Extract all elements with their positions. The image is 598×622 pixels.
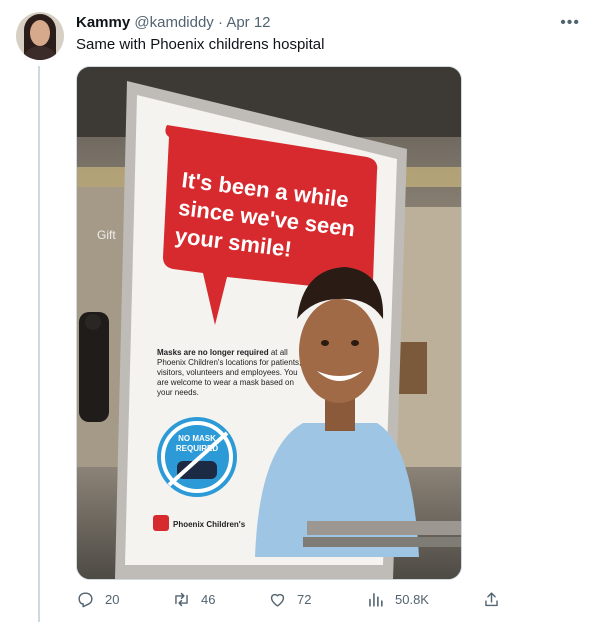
- no-mask-badge: NO MASK REQUIRED: [157, 417, 237, 497]
- share-button[interactable]: [482, 590, 511, 609]
- retweet-count: 46: [201, 592, 216, 607]
- author-name[interactable]: Kammy: [76, 14, 130, 31]
- reply-icon: [78, 592, 93, 608]
- svg-text:Phoenix Children's: Phoenix Children's: [173, 520, 246, 529]
- heart-icon: [270, 593, 285, 607]
- header-separator: ·: [217, 14, 223, 31]
- retweet-button[interactable]: 46: [172, 590, 215, 609]
- thread-line: [38, 66, 40, 622]
- svg-text:NO MASK: NO MASK: [178, 434, 216, 443]
- share-icon: [485, 592, 498, 607]
- svg-text:REQUIRED: REQUIRED: [176, 444, 218, 453]
- tweet-text: Same with Phoenix childrens hospital: [76, 36, 325, 53]
- action-bar: 20 46 72 50.8K: [76, 590, 506, 612]
- gift-shop-sign: Gift: [97, 228, 116, 242]
- tweet-date[interactable]: Apr 12: [226, 14, 270, 31]
- more-icon[interactable]: •••: [560, 14, 580, 32]
- views-icon: [369, 593, 383, 607]
- retweet-icon: [175, 592, 188, 607]
- avatar[interactable]: [16, 12, 64, 60]
- author-handle[interactable]: @kamdiddy: [134, 14, 213, 31]
- tweet-image[interactable]: Gift It's been a while since we've seen …: [76, 66, 462, 580]
- like-count: 72: [297, 592, 312, 607]
- avatar-face: [30, 20, 50, 46]
- like-button[interactable]: 72: [268, 590, 311, 609]
- reply-button[interactable]: 20: [76, 590, 119, 609]
- photo-phoenix-sign: Gift It's been a while since we've seen …: [77, 67, 461, 579]
- tweet-header: Kammy @kamdiddy · Apr 12: [76, 14, 271, 31]
- views-count: 50.8K: [395, 592, 429, 607]
- reply-count: 20: [105, 592, 120, 607]
- views-button[interactable]: 50.8K: [366, 590, 429, 609]
